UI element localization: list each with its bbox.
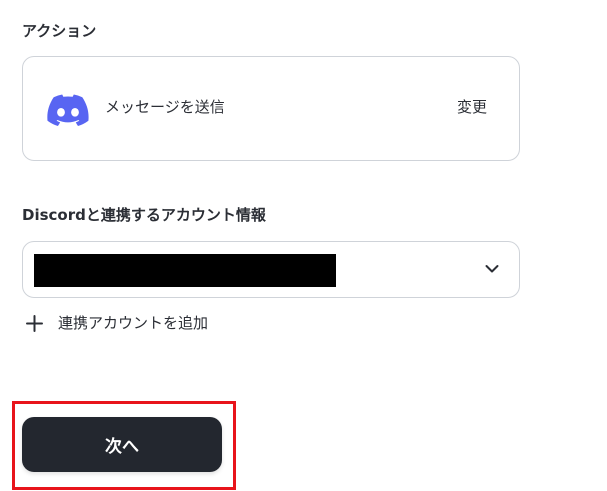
action-section-label: アクション xyxy=(22,22,97,40)
action-title: メッセージを送信 xyxy=(105,98,225,116)
add-account-link[interactable]: 連携アカウントを追加 xyxy=(26,313,208,333)
change-action-button[interactable]: 変更 xyxy=(457,100,487,115)
account-section-label: Discordと連携するアカウント情報 xyxy=(22,206,266,224)
next-button[interactable]: 次へ xyxy=(22,417,222,472)
plus-icon xyxy=(26,314,43,332)
chevron-down-icon xyxy=(485,265,499,273)
account-select[interactable] xyxy=(22,241,520,298)
add-account-label: 連携アカウントを追加 xyxy=(58,313,209,332)
discord-icon xyxy=(47,94,89,126)
redacted-account-value xyxy=(34,254,336,287)
action-card: メッセージを送信 変更 xyxy=(22,56,520,161)
